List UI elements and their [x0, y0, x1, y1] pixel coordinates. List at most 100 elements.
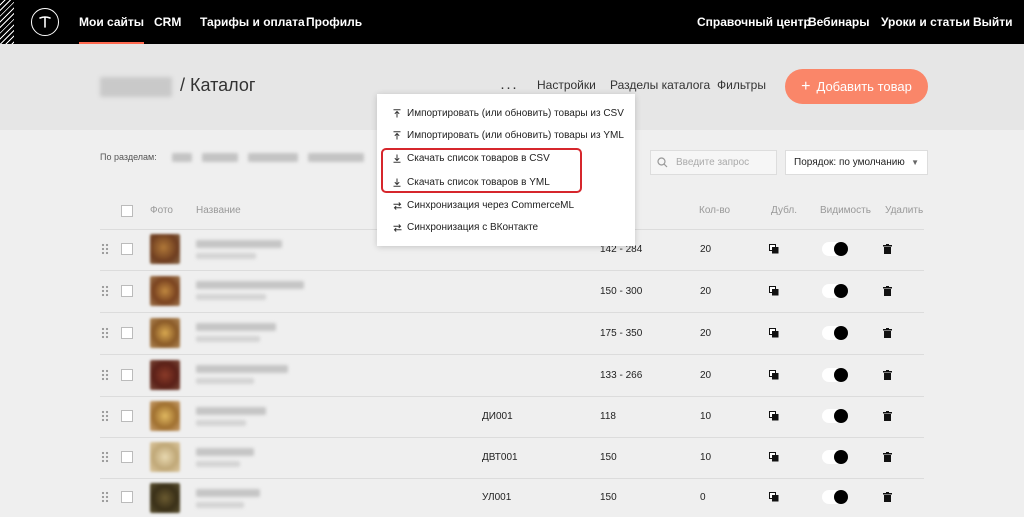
product-photo [150, 483, 180, 513]
row-checkbox[interactable] [121, 410, 133, 422]
visibility-toggle[interactable] [822, 409, 848, 423]
duplicate-icon[interactable] [769, 244, 779, 254]
download-icon [391, 178, 403, 187]
sku: ДВТ001 [482, 452, 518, 463]
price: 133 - 266 [600, 370, 643, 381]
visibility-toggle[interactable] [822, 284, 848, 298]
sort-select[interactable]: Порядок: по умолчанию ▼ [785, 150, 928, 175]
menu-item-label: Импортировать (или обновить) товары из C… [407, 108, 624, 119]
product-desc-redacted [196, 420, 246, 426]
nav-logout[interactable]: Выйти [973, 15, 1013, 29]
trash-icon[interactable] [883, 370, 892, 380]
section-filter-chip[interactable] [248, 153, 298, 162]
row-checkbox[interactable] [121, 369, 133, 381]
product-name-redacted [196, 323, 276, 331]
row-checkbox[interactable] [121, 285, 133, 297]
product-desc-redacted [196, 294, 266, 300]
duplicate-icon[interactable] [769, 411, 779, 421]
visibility-toggle[interactable] [822, 326, 848, 340]
product-photo [150, 318, 180, 348]
menu-sync-commerceml[interactable]: Синхронизация через CommerceML [391, 200, 574, 211]
trash-icon[interactable] [883, 244, 892, 254]
product-name-redacted [196, 365, 288, 373]
trash-icon[interactable] [883, 452, 892, 462]
product-name-redacted [196, 281, 304, 289]
col-delete: Удалить [885, 205, 924, 216]
product-desc-redacted [196, 461, 240, 467]
search-input[interactable]: Введите запрос [650, 150, 777, 175]
menu-item-label: Синхронизация через CommerceML [407, 200, 575, 211]
trash-icon[interactable] [883, 328, 892, 338]
row-checkbox[interactable] [121, 451, 133, 463]
search-icon [657, 157, 668, 168]
row-checkbox[interactable] [121, 327, 133, 339]
nav-lessons[interactable]: Уроки и статьи [881, 15, 970, 29]
row-checkbox[interactable] [121, 243, 133, 255]
drag-handle-icon[interactable] [101, 327, 109, 339]
add-product-button[interactable]: + Добавить товар [785, 69, 928, 104]
trash-icon[interactable] [883, 411, 892, 421]
duplicate-icon[interactable] [769, 328, 779, 338]
menu-item-label: Импортировать (или обновить) товары из Y… [407, 130, 624, 141]
product-name-redacted [196, 489, 260, 497]
nav-webinars[interactable]: Вебинары [808, 15, 869, 29]
nav-crm[interactable]: CRM [154, 15, 181, 29]
product-photo [150, 401, 180, 431]
visibility-toggle[interactable] [822, 490, 848, 504]
catalog-sections-link[interactable]: Разделы каталога [610, 78, 710, 92]
col-qty: Кол-во [699, 205, 731, 216]
nav-tariffs[interactable]: Тарифы и оплата [200, 15, 305, 29]
nav-help-center[interactable]: Справочный центр [697, 15, 811, 29]
tilda-logo-icon[interactable] [31, 8, 59, 36]
product-photo [150, 276, 180, 306]
col-visibility: Видимость [820, 205, 871, 216]
sync-icon [391, 223, 403, 232]
duplicate-icon[interactable] [769, 370, 779, 380]
quantity: 0 [700, 492, 706, 503]
menu-import-csv[interactable]: Импортировать (или обновить) товары из C… [391, 108, 624, 119]
drag-handle-icon[interactable] [101, 243, 109, 255]
select-all-checkbox[interactable] [121, 205, 133, 217]
duplicate-icon[interactable] [769, 286, 779, 296]
product-desc-redacted [196, 502, 244, 508]
nav-profile[interactable]: Профиль [306, 15, 362, 29]
menu-download-csv[interactable]: Скачать список товаров в CSV [391, 153, 550, 164]
import-icon [391, 109, 403, 118]
row-divider [100, 270, 924, 271]
duplicate-icon[interactable] [769, 452, 779, 462]
drag-handle-icon[interactable] [101, 285, 109, 297]
duplicate-icon[interactable] [769, 492, 779, 502]
menu-item-label: Синхронизация с ВКонтакте [407, 222, 539, 233]
drag-handle-icon[interactable] [101, 491, 109, 503]
trash-icon[interactable] [883, 492, 892, 502]
menu-sync-vkontakte[interactable]: Синхронизация с ВКонтакте [391, 222, 538, 233]
menu-download-yml[interactable]: Скачать список товаров в YML [391, 177, 550, 188]
drag-handle-icon[interactable] [101, 410, 109, 422]
sku: УЛ001 [482, 492, 512, 503]
drag-handle-icon[interactable] [101, 369, 109, 381]
visibility-toggle[interactable] [822, 368, 848, 382]
quantity: 20 [700, 286, 712, 297]
plus-icon: + [801, 77, 811, 95]
row-checkbox[interactable] [121, 491, 133, 503]
trash-icon[interactable] [883, 286, 892, 296]
nav-my-sites[interactable]: Мои сайты [79, 15, 145, 44]
price: 175 - 350 [600, 328, 643, 339]
product-name-redacted [196, 448, 254, 456]
visibility-toggle[interactable] [822, 450, 848, 464]
menu-import-yml[interactable]: Импортировать (или обновить) товары из Y… [391, 130, 624, 141]
drag-handle-icon[interactable] [101, 451, 109, 463]
visibility-toggle[interactable] [822, 242, 848, 256]
section-filter-chip[interactable] [202, 153, 238, 162]
section-filter-chip[interactable] [172, 153, 192, 162]
filters-link[interactable]: Фильтры [717, 78, 766, 92]
top-nav-bar: Мои сайты CRM Тарифы и оплата Профиль Сп… [0, 0, 1024, 44]
col-photo: Фото [150, 205, 173, 216]
menu-item-label: Скачать список товаров в CSV [407, 153, 550, 164]
sync-icon [391, 201, 403, 210]
price: 150 [600, 492, 617, 503]
settings-link[interactable]: Настройки [537, 78, 596, 92]
col-duplicate: Дубл. [771, 205, 797, 216]
section-filter-chip[interactable] [308, 153, 364, 162]
menu-item-label: Скачать список товаров в YML [407, 177, 550, 188]
